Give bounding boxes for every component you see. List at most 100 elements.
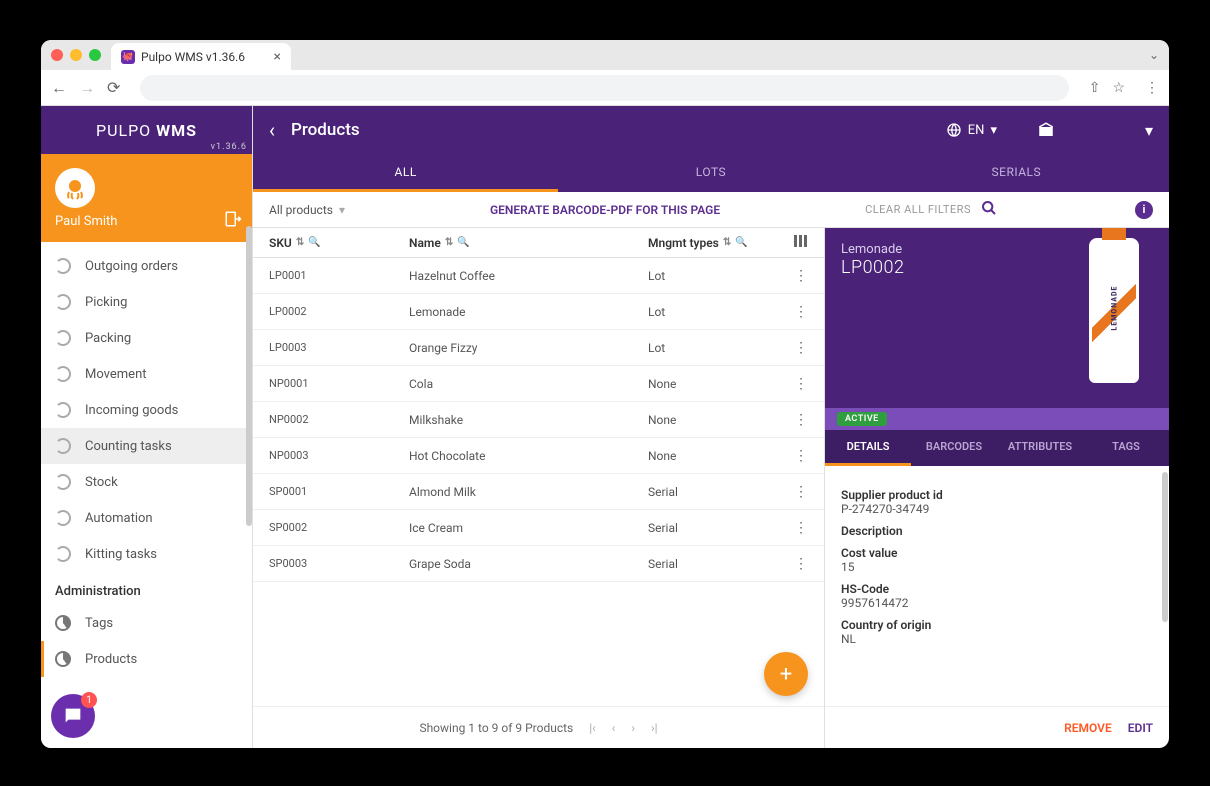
warehouse-selector[interactable]: ▾ — [1037, 121, 1153, 140]
page-header: ‹ Products EN ▾ ▾ — [253, 106, 1169, 154]
tabs-expand-icon[interactable]: ⌄ — [1149, 48, 1159, 62]
window-controls — [51, 49, 101, 61]
row-menu-icon[interactable]: ⋮ — [778, 556, 808, 572]
row-menu-icon[interactable]: ⋮ — [778, 484, 808, 500]
status-strip: ACTIVE — [825, 408, 1169, 430]
sidebar-item-kitting-tasks[interactable]: Kitting tasks — [41, 536, 252, 572]
sort-icon[interactable]: ⇅ — [445, 237, 453, 248]
window-titlebar: 🐙 Pulpo WMS v1.36.6 × ⌄ — [41, 40, 1169, 70]
menu-icon[interactable]: ⋮ — [1145, 80, 1159, 96]
row-menu-icon[interactable]: ⋮ — [778, 520, 808, 536]
details-header: Lemonade LP0002 LEMONADE — [825, 228, 1169, 408]
logout-icon[interactable] — [224, 210, 242, 232]
add-product-button[interactable]: + — [764, 652, 808, 696]
table-row[interactable]: SP0002Ice CreamSerial⋮ — [253, 510, 824, 546]
maximize-window[interactable] — [89, 49, 101, 61]
header-sku[interactable]: SKU — [269, 236, 292, 250]
page-last-icon[interactable]: ›| — [651, 721, 658, 735]
row-menu-icon[interactable]: ⋮ — [778, 340, 808, 356]
columns-icon[interactable] — [794, 235, 808, 247]
nav-reload-icon[interactable]: ⟳ — [107, 78, 120, 97]
search-icon[interactable]: 🔍 — [457, 237, 469, 248]
sidebar: PULPO WMS v1.36.6 Paul Smith Outgoing or… — [41, 106, 253, 748]
sort-icon[interactable]: ⇅ — [723, 237, 731, 248]
share-icon[interactable]: ⇧ — [1089, 80, 1101, 96]
bookmark-icon[interactable]: ☆ — [1112, 80, 1125, 96]
bottle-graphic: LEMONADE — [1089, 238, 1139, 383]
page-prev-icon[interactable]: ‹ — [612, 721, 616, 735]
sidebar-item-packing[interactable]: Packing — [41, 320, 252, 356]
sidebar-scrollbar[interactable] — [246, 226, 252, 526]
minimize-window[interactable] — [70, 49, 82, 61]
clear-filters-link[interactable]: CLEAR ALL FILTERS — [865, 203, 971, 216]
details-scrollbar[interactable] — [1162, 472, 1168, 622]
edit-button[interactable]: EDIT — [1128, 721, 1153, 735]
search-icon[interactable]: 🔍 — [308, 237, 320, 248]
sidebar-item-products[interactable]: Products — [41, 641, 252, 677]
table-row[interactable]: LP0003Orange FizzyLot⋮ — [253, 330, 824, 366]
table-row[interactable]: LP0002LemonadeLot⋮ — [253, 294, 824, 330]
sidebar-item-picking[interactable]: Picking — [41, 284, 252, 320]
row-menu-icon[interactable]: ⋮ — [778, 448, 808, 464]
header-mgmt[interactable]: Mngmt types — [648, 236, 719, 250]
nav-back-icon[interactable]: ← — [51, 78, 67, 98]
browser-tab[interactable]: 🐙 Pulpo WMS v1.36.6 × — [111, 43, 291, 70]
product-sku: LP0002 — [841, 257, 905, 278]
table-row[interactable]: NP0003Hot ChocolateNone⋮ — [253, 438, 824, 474]
sidebar-item-incoming-goods[interactable]: Incoming goods — [41, 392, 252, 428]
table-row[interactable]: NP0001ColaNone⋮ — [253, 366, 824, 402]
sidebar-item-tags[interactable]: Tags — [41, 605, 252, 641]
sidebar-item-movement[interactable]: Movement — [41, 356, 252, 392]
sidebar-item-stock[interactable]: Stock — [41, 464, 252, 500]
chevron-down-icon: ▾ — [990, 123, 997, 138]
tab-all[interactable]: ALL — [253, 154, 558, 192]
back-icon[interactable]: ‹ — [269, 118, 275, 142]
version-label: v1.36.6 — [211, 142, 247, 152]
chat-button[interactable]: 1 — [51, 694, 95, 738]
search-icon[interactable]: 🔍 — [735, 237, 747, 248]
language-selector[interactable]: EN ▾ — [946, 122, 997, 138]
app: PULPO WMS v1.36.6 Paul Smith Outgoing or… — [41, 106, 1169, 748]
sort-icon[interactable]: ⇅ — [296, 237, 304, 248]
table-row[interactable]: NP0002MilkshakeNone⋮ — [253, 402, 824, 438]
products-filter-dropdown[interactable]: All products ▾ — [269, 203, 345, 217]
close-window[interactable] — [51, 49, 63, 61]
nav-forward-icon[interactable]: → — [79, 78, 95, 98]
tab-barcodes[interactable]: BARCODES — [911, 430, 997, 466]
browser-window: 🐙 Pulpo WMS v1.36.6 × ⌄ ← → ⟳ ⇧ ☆ ⋮ PULP… — [41, 40, 1169, 748]
filter-bar: All products ▾ GENERATE BARCODE-PDF FOR … — [253, 192, 1169, 228]
table-row[interactable]: SP0001Almond MilkSerial⋮ — [253, 474, 824, 510]
row-menu-icon[interactable]: ⋮ — [778, 376, 808, 392]
chat-icon — [62, 705, 84, 727]
row-menu-icon[interactable]: ⋮ — [778, 412, 808, 428]
table-row[interactable]: SP0003Grape SodaSerial⋮ — [253, 546, 824, 582]
globe-icon — [946, 122, 962, 138]
row-menu-icon[interactable]: ⋮ — [778, 304, 808, 320]
close-tab-icon[interactable]: × — [274, 49, 281, 65]
subtabs: ALL LOTS SERIALS — [253, 154, 1169, 192]
table-row[interactable]: LP0001Hazelnut CoffeeLot⋮ — [253, 258, 824, 294]
generate-barcode-link[interactable]: GENERATE BARCODE-PDF FOR THIS PAGE — [345, 203, 865, 217]
octopus-icon — [63, 176, 87, 200]
tab-details[interactable]: DETAILS — [825, 430, 911, 466]
row-menu-icon[interactable]: ⋮ — [778, 268, 808, 284]
tab-attributes[interactable]: ATTRIBUTES — [997, 430, 1083, 466]
page-first-icon[interactable]: |‹ — [589, 721, 596, 735]
address-bar[interactable] — [140, 75, 1068, 101]
sidebar-item-outgoing-orders[interactable]: Outgoing orders — [41, 248, 252, 284]
info-icon[interactable]: i — [1135, 201, 1153, 219]
tab-tags[interactable]: TAGS — [1083, 430, 1169, 466]
search-icon[interactable] — [981, 200, 997, 220]
sidebar-item-automation[interactable]: Automation — [41, 500, 252, 536]
remove-button[interactable]: REMOVE — [1064, 721, 1112, 735]
field-label: HS-Code — [841, 582, 1153, 596]
tab-lots[interactable]: LOTS — [558, 154, 863, 192]
tab-serials[interactable]: SERIALS — [864, 154, 1169, 192]
chevron-down-icon: ▾ — [1145, 121, 1153, 140]
field-label: Country of origin — [841, 618, 1153, 632]
tab-title: Pulpo WMS v1.36.6 — [141, 50, 245, 64]
sidebar-item-counting-tasks[interactable]: Counting tasks — [41, 428, 252, 464]
header-name[interactable]: Name — [409, 236, 441, 250]
tab-favicon: 🐙 — [121, 50, 135, 64]
page-next-icon[interactable]: › — [631, 721, 635, 735]
